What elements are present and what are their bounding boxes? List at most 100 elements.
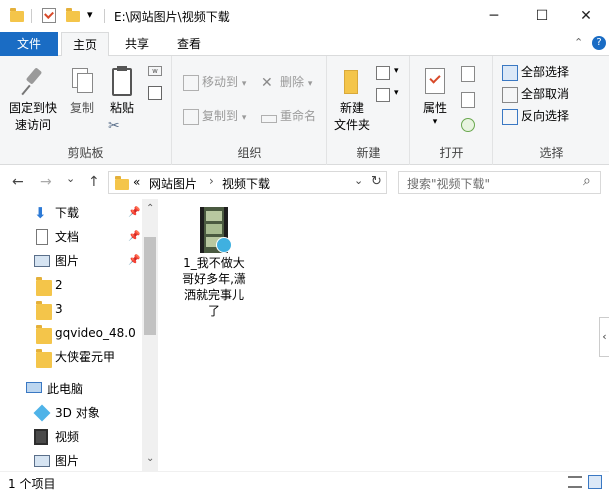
- nav-item-label: 下载: [55, 206, 80, 220]
- nav-item-pictures-pc[interactable]: 图片: [0, 449, 142, 473]
- copy-to-button[interactable]: 复制到 ▾: [183, 106, 246, 126]
- new-item-icon[interactable]: [376, 66, 390, 80]
- select-all-button[interactable]: 全部选择: [502, 62, 569, 82]
- nav-item-this-pc[interactable]: 此电脑: [0, 377, 142, 401]
- delete-icon: ✕: [261, 74, 273, 91]
- play-badge-icon: [216, 237, 232, 253]
- ribbon-tabs: 文件 主页 共享 查看 ⌃ ?: [0, 32, 609, 57]
- breadcrumb-separator[interactable]: ›: [209, 174, 214, 188]
- navigation-pane: ⬇ 下载 📌 文档 📌 图片 📌 2 3 gqvideo_48.0 大侠霍元甲 …: [0, 199, 158, 471]
- tab-home[interactable]: 主页: [61, 32, 109, 57]
- move-to-label: 移动到: [202, 75, 239, 89]
- select-all-label: 全部选择: [521, 65, 570, 79]
- invert-selection-button[interactable]: 反向选择: [502, 106, 569, 126]
- cut-icon[interactable]: w: [148, 66, 162, 76]
- tab-file[interactable]: 文件: [0, 32, 58, 56]
- nav-scroll-thumb[interactable]: [144, 237, 156, 335]
- title-separator: [104, 9, 105, 23]
- nav-item-label: 2: [55, 278, 63, 292]
- properties-button[interactable]: 属性 ▾: [415, 66, 455, 127]
- nav-item-documents[interactable]: 文档 📌: [0, 225, 142, 249]
- nav-item-3d-objects[interactable]: 3D 对象: [0, 401, 142, 425]
- details-view-icon[interactable]: [568, 476, 582, 488]
- forward-button[interactable]: →: [40, 174, 52, 190]
- easy-access-dropdown-icon[interactable]: ▾: [394, 88, 399, 98]
- scroll-up-button[interactable]: ⌃: [146, 203, 154, 214]
- address-bar[interactable]: « 网站图片 › 视频下载 ⌄ ↻: [108, 171, 387, 194]
- large-icons-view-icon[interactable]: [588, 475, 602, 489]
- file-name: 1_我不做大哥好多年,潇洒就完事儿了: [182, 256, 246, 318]
- tab-view[interactable]: 查看: [165, 32, 213, 56]
- back-button[interactable]: ←: [12, 174, 24, 190]
- edit-icon[interactable]: [461, 92, 475, 108]
- nav-item-downloads[interactable]: ⬇ 下载 📌: [0, 201, 142, 225]
- move-to-button[interactable]: 移动到 ▾: [183, 72, 246, 92]
- nav-item-folder-2[interactable]: 2: [0, 273, 142, 297]
- address-dropdown-button[interactable]: ⌄: [354, 174, 363, 187]
- move-to-icon: [183, 74, 199, 91]
- new-folder-label: 新建 文件夹: [333, 101, 370, 132]
- nav-item-videos[interactable]: 视频: [0, 425, 142, 449]
- pin-label: 固定到快 速访问: [8, 101, 57, 132]
- paste-button[interactable]: 粘贴: [104, 66, 140, 117]
- download-icon: ⬇: [34, 204, 47, 222]
- select-group-label: 选择: [539, 146, 564, 160]
- delete-button[interactable]: ✕ 删除 ▾: [261, 72, 312, 92]
- minimize-button[interactable]: ─: [471, 0, 517, 32]
- nav-item-label: 文档: [55, 230, 80, 244]
- easy-access-icon[interactable]: [376, 88, 390, 102]
- copy-button[interactable]: 复制: [64, 66, 100, 117]
- nav-item-gqvideo[interactable]: gqvideo_48.0: [0, 321, 142, 345]
- collapse-ribbon-icon[interactable]: ⌃: [574, 36, 583, 49]
- select-all-icon: [502, 64, 518, 81]
- new-folder-icon: [336, 66, 368, 98]
- move-to-dropdown-icon: ▾: [241, 79, 247, 89]
- history-icon[interactable]: [461, 118, 475, 132]
- recent-locations-button[interactable]: ⌄: [66, 172, 75, 185]
- ribbon: 固定到快 速访问 复制 粘贴 w ✂ 剪贴板 移动到 ▾ 复制到 ▾ ✕ 删除 …: [0, 56, 609, 165]
- tab-share[interactable]: 共享: [113, 32, 161, 56]
- copy-to-dropdown-icon: ▾: [241, 113, 247, 123]
- select-none-button[interactable]: 全部取消: [502, 84, 569, 104]
- nav-item-label: 图片: [55, 254, 80, 268]
- search-box[interactable]: 搜索"视频下载" ⌕: [398, 171, 601, 194]
- new-item-dropdown-icon[interactable]: ▾: [394, 66, 399, 76]
- scissors-icon[interactable]: ✂: [108, 118, 120, 134]
- invert-selection-icon: [502, 108, 518, 125]
- help-icon[interactable]: ?: [592, 36, 606, 50]
- file-item[interactable]: 1_我不做大哥好多年,潇洒就完事儿了: [180, 207, 248, 319]
- search-icon[interactable]: ⌕: [583, 173, 591, 189]
- maximize-button[interactable]: ☐: [519, 0, 565, 32]
- nav-item-folder-3[interactable]: 3: [0, 297, 142, 321]
- rename-label: 重命名: [280, 109, 317, 123]
- new-group-label: 新建: [356, 146, 381, 160]
- breadcrumb-item[interactable]: 视频下载: [222, 175, 270, 192]
- open-group-label: 打开: [439, 146, 464, 160]
- breadcrumb-item[interactable]: 网站图片: [149, 175, 197, 192]
- nav-item-pictures[interactable]: 图片 📌: [0, 249, 142, 273]
- select-group: 全部选择 全部取消 反向选择 选择: [494, 56, 609, 165]
- picture-icon: [34, 455, 50, 467]
- scroll-down-button[interactable]: ⌄: [146, 453, 154, 464]
- paste-label: 粘贴: [109, 101, 134, 115]
- pin-quick-access-button[interactable]: 固定到快 速访问: [4, 66, 62, 134]
- close-button[interactable]: ✕: [563, 0, 609, 32]
- address-overflow[interactable]: «: [133, 175, 140, 189]
- rename-button[interactable]: 重命名: [261, 106, 316, 126]
- window-title: E:\网站图片\视频下载: [114, 10, 230, 24]
- up-button[interactable]: ↑: [88, 174, 100, 190]
- preview-pane-toggle-icon[interactable]: ‹: [599, 317, 609, 357]
- copy-path-icon[interactable]: [148, 86, 162, 100]
- qat-dropdown-icon[interactable]: ▾: [87, 8, 93, 21]
- new-folder-button[interactable]: 新建 文件夹: [330, 66, 374, 134]
- invert-selection-label: 反向选择: [521, 109, 570, 123]
- open-icon[interactable]: [461, 66, 475, 82]
- refresh-button[interactable]: ↻: [371, 174, 382, 189]
- properties-qat-icon[interactable]: [42, 8, 56, 23]
- nav-item-daxia[interactable]: 大侠霍元甲: [0, 345, 142, 369]
- new-folder-qat-icon[interactable]: [66, 8, 80, 22]
- film-icon: [34, 429, 48, 445]
- paste-icon: [106, 66, 138, 98]
- folder-icon: [36, 301, 52, 320]
- properties-dropdown-icon: ▾: [432, 117, 438, 127]
